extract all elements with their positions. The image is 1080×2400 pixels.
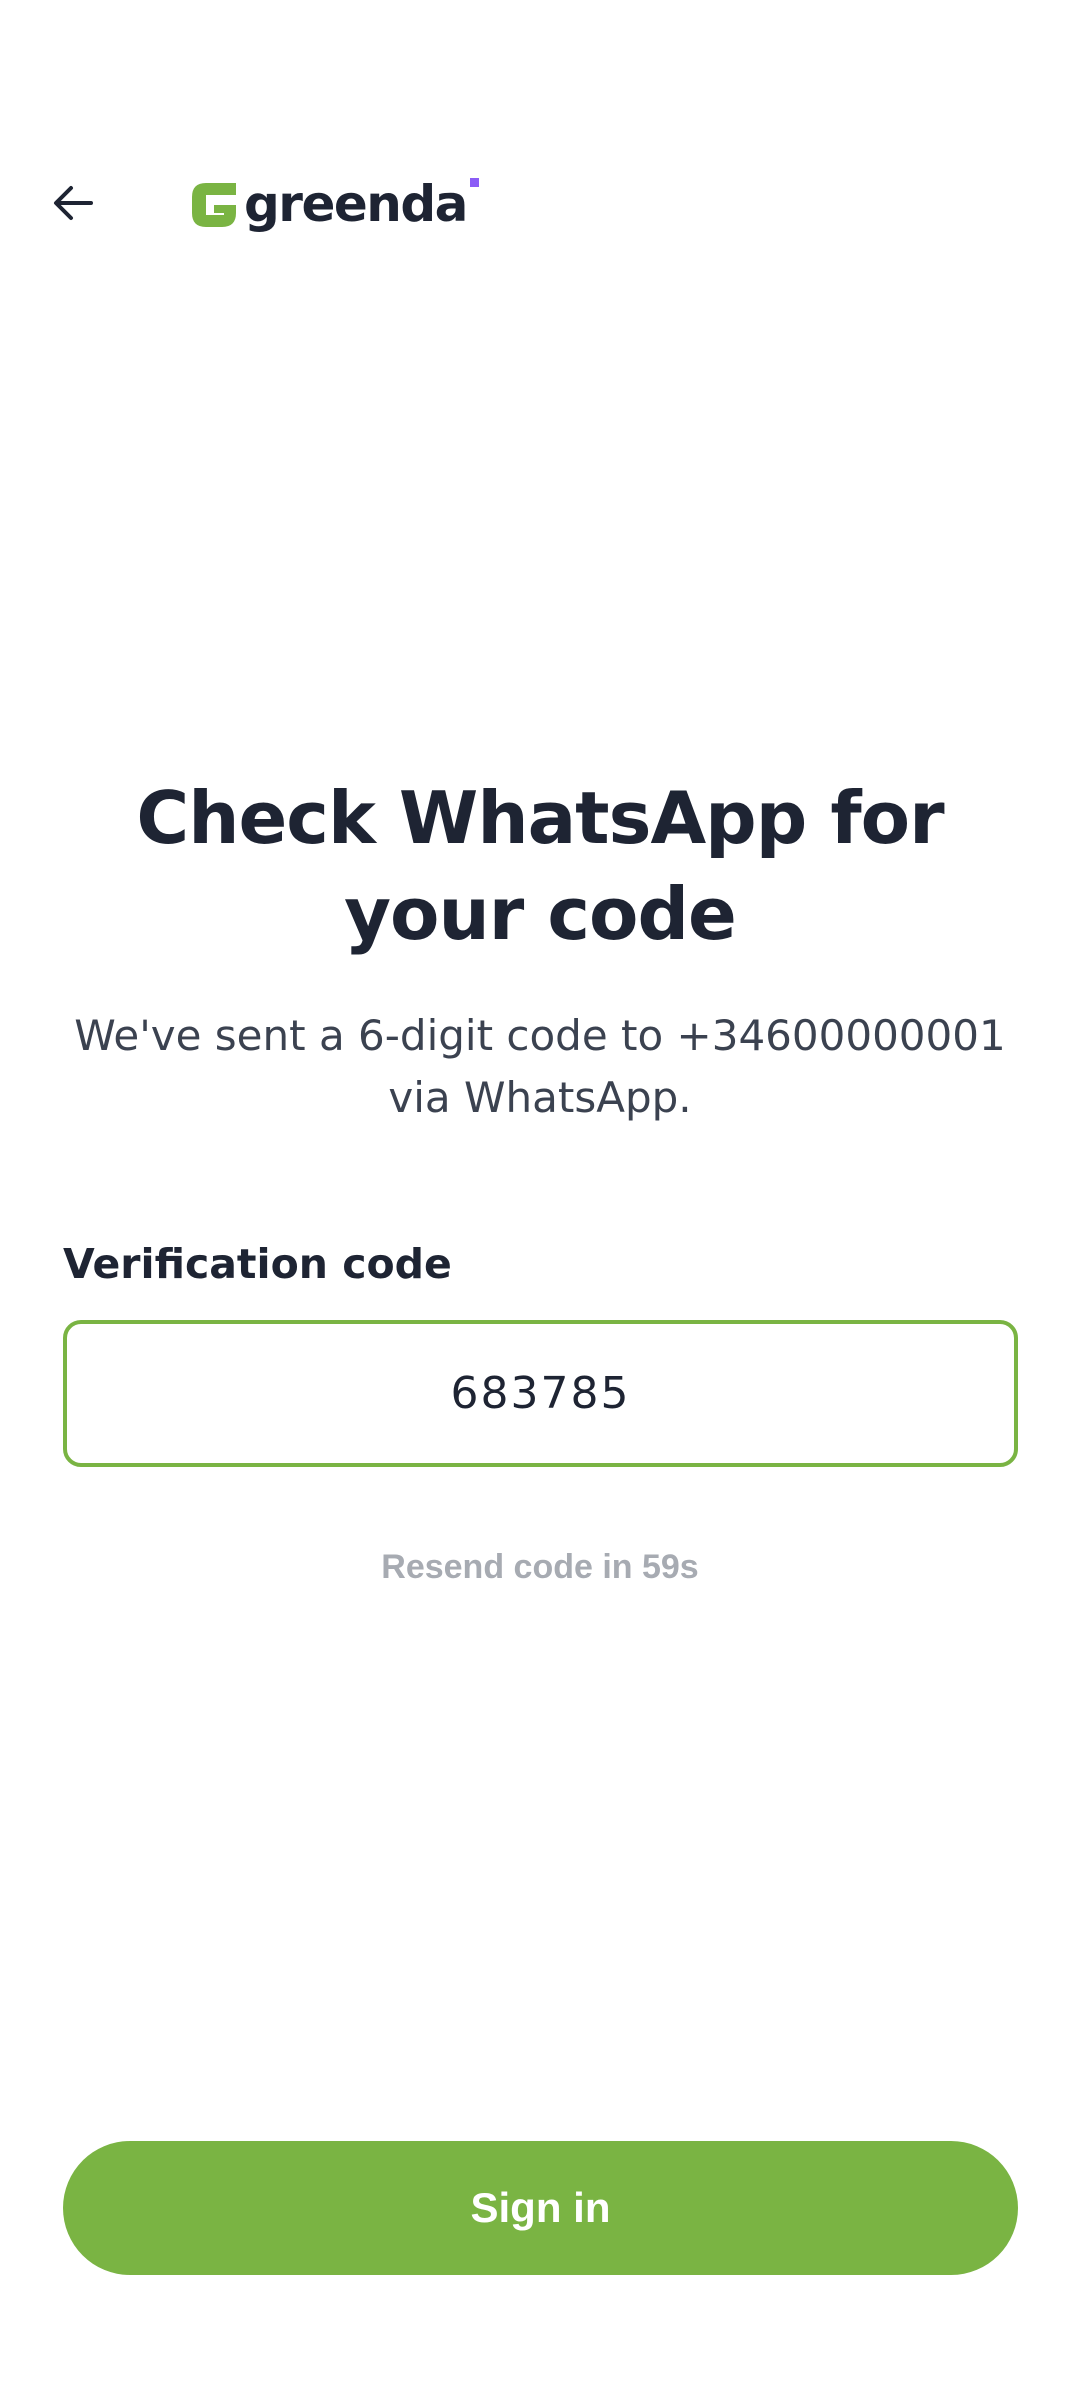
page-title: Check WhatsApp for your code (136, 776, 944, 956)
sign-in-button[interactable]: Sign in (63, 2141, 1018, 2275)
verification-code-input[interactable] (63, 1320, 1018, 1467)
resend-code-timer: Resend code in 59s (381, 1548, 699, 1586)
logo-wordmark: greenda (244, 175, 468, 233)
greenda-logo-mark (192, 183, 236, 227)
page-subtitle: We've sent a 6-digit code to +3460000000… (74, 1011, 1006, 1122)
verification-code-label: Verification code (63, 1240, 452, 1288)
greenda-logo: greenda (188, 176, 479, 232)
arrow-left-icon (54, 186, 93, 220)
top-bar: greenda (0, 150, 1080, 260)
logo-accent-dot (469, 178, 479, 187)
back-button[interactable] (40, 170, 106, 236)
